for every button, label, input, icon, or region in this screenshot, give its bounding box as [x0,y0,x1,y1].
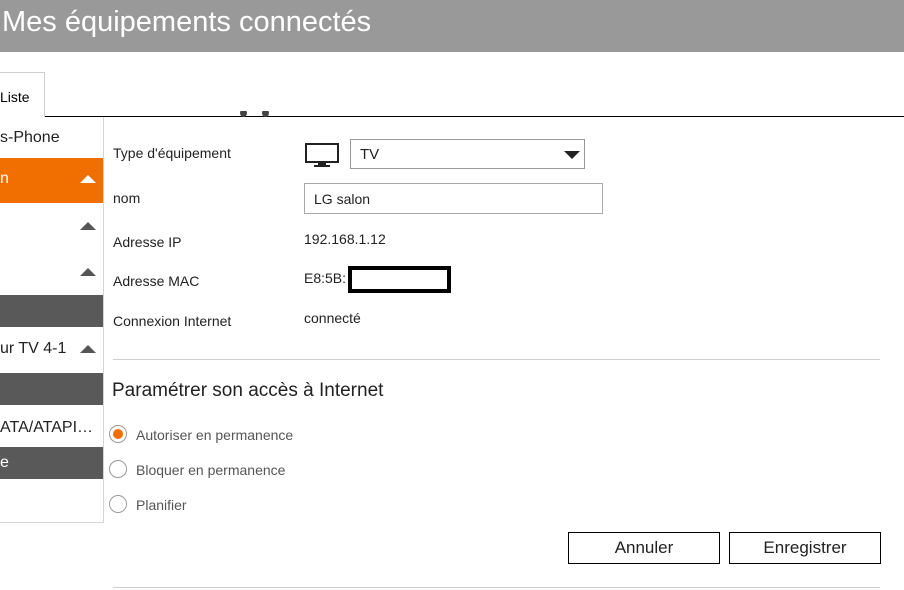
radio-block-always-label[interactable]: Bloquer en permanence [136,462,285,478]
sidebar-item-tv-decoder[interactable]: ur TV 4-1 [0,328,103,373]
redaction-box [348,266,451,293]
device-name-input[interactable] [304,183,603,214]
radio-schedule[interactable] [109,495,127,513]
tab-liste[interactable]: Liste [0,72,45,117]
sidebar-item-label: s-Phone [0,129,60,146]
device-type-value: TV [360,146,380,163]
tab-liste-label: Liste [0,89,30,105]
sidebar-group-label: e [0,454,9,471]
tv-icon [305,143,339,167]
device-name-label: nom [113,190,141,206]
sidebar-item-selected[interactable]: n [0,158,103,203]
sidebar-group-header[interactable] [0,373,103,405]
mac-address-value: E8:5B: [304,270,347,286]
sidebar-item-device[interactable] [0,251,103,296]
bottom-divider [113,587,880,588]
sidebar-item-device[interactable] [0,205,103,250]
ip-address-value: 192.168.1.12 [304,231,386,247]
radio-schedule-label[interactable]: Planifier [136,497,187,513]
cropped-heading [240,111,280,117]
cancel-button[interactable]: Annuler [568,532,720,564]
mac-address-label: Adresse MAC [113,273,200,289]
device-type-label: Type d'équipement [113,145,231,161]
sidebar-item-phone[interactable]: s-Phone [0,117,103,162]
internet-connection-label: Connexion Internet [113,313,232,329]
sidebar-item-label: ur TV 4-1 [0,340,67,357]
expand-arrow-icon[interactable] [80,268,96,276]
expand-arrow-icon[interactable] [80,222,96,230]
device-sidebar: s-Phone n ur TV 4-1 ATA/ATAPI… e [0,117,104,523]
page-title: Mes équipements connectés [2,6,372,38]
radio-allow-always[interactable] [109,425,127,443]
expand-arrow-icon[interactable] [80,175,96,183]
section-divider [113,359,880,360]
sidebar-item-ata[interactable]: ATA/ATAPI… [0,407,103,452]
sidebar-item-label: ATA/ATAPI… [0,419,94,436]
page-header: Mes équipements connectés [0,0,904,52]
sidebar-group-header[interactable]: e [0,447,103,479]
radio-block-always[interactable] [109,460,127,478]
tab-divider [45,116,904,117]
radio-allow-always-label[interactable]: Autoriser en permanence [136,427,293,443]
chevron-down-icon[interactable] [564,151,580,159]
device-type-select[interactable]: TV [350,139,585,169]
sidebar-group-header[interactable] [0,295,103,327]
sidebar-item-label: n [0,170,9,187]
internet-connection-value: connecté [304,310,361,326]
access-section-title: Paramétrer son accès à Internet [112,380,384,401]
ip-address-label: Adresse IP [113,234,182,250]
save-button[interactable]: Enregistrer [729,532,881,564]
expand-arrow-icon[interactable] [80,345,96,353]
